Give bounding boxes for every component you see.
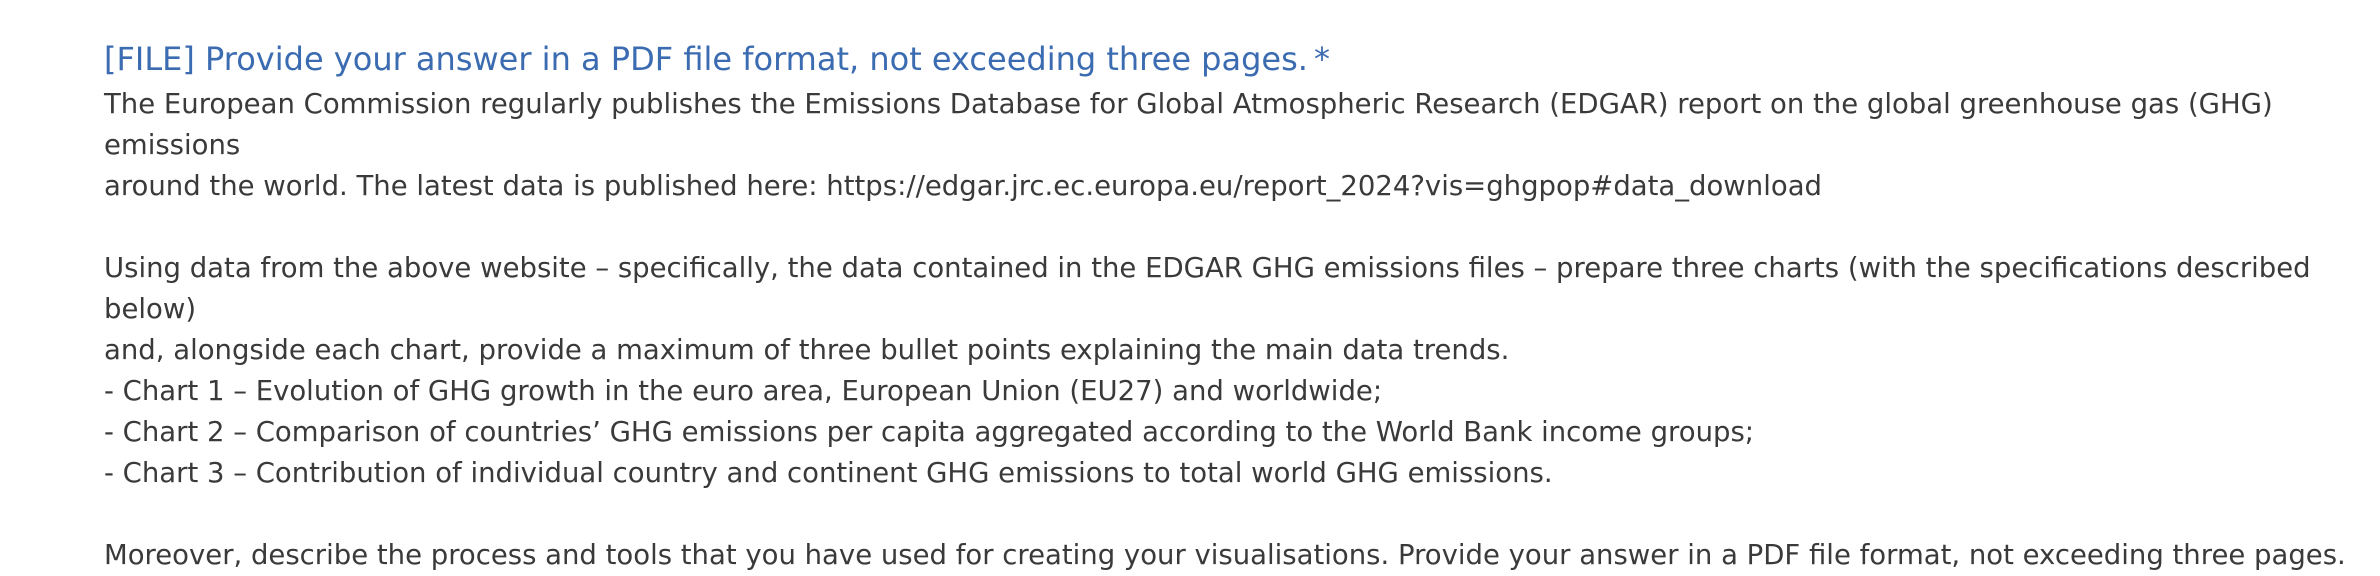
- question-description: The European Commission regularly publis…: [104, 84, 2354, 576]
- chart-3-spec: - Chart 3 – Contribution of individual c…: [104, 457, 1553, 489]
- chart-1-spec: - Chart 1 – Evolution of GHG growth in t…: [104, 375, 1383, 407]
- description-line-2: around the world. The latest data is pub…: [104, 170, 1822, 202]
- required-marker: *: [1313, 40, 1330, 78]
- question-title: [FILE] Provide your answer in a PDF file…: [104, 36, 2354, 82]
- description-line-3: Using data from the above website – spec…: [104, 252, 2311, 325]
- description-line-1: The European Commission regularly publis…: [104, 88, 2273, 161]
- description-line-4: and, alongside each chart, provide a max…: [104, 334, 1510, 366]
- file-upload-question: [FILE] Provide your answer in a PDF file…: [104, 36, 2354, 576]
- question-title-text: [FILE] Provide your answer in a PDF file…: [104, 40, 1308, 78]
- description-closing: Moreover, describe the process and tools…: [104, 539, 2346, 571]
- chart-2-spec: - Chart 2 – Comparison of countries’ GHG…: [104, 416, 1755, 448]
